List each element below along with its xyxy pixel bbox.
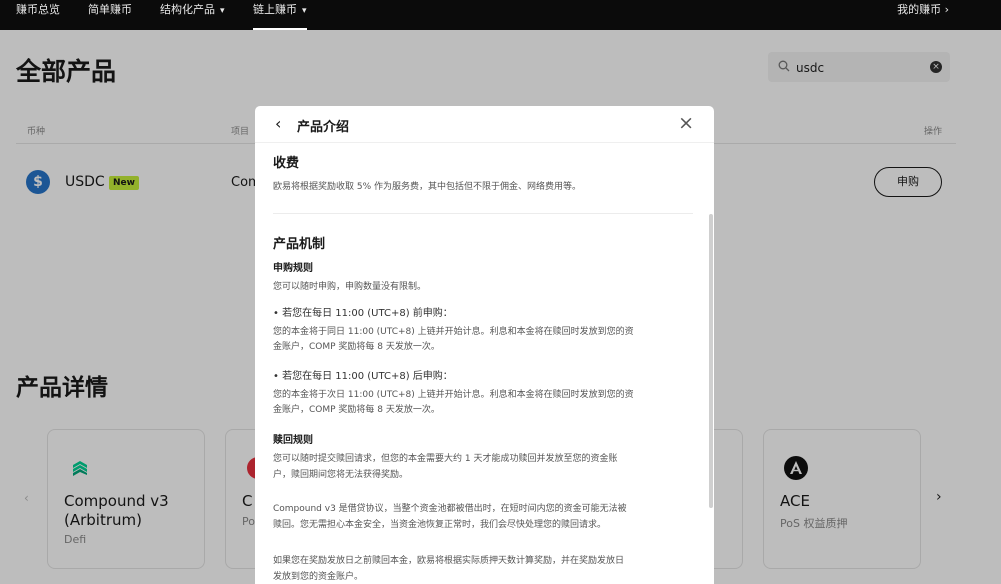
nav-item-onchain-earn[interactable]: 链上赚币 ▾ (253, 0, 307, 30)
redeem-p2-line-1: Compound v3 是借贷协议，当整个资金池都被借出时，在短时间内您的资金可… (273, 504, 627, 514)
back-arrow-icon[interactable]: ‹ (275, 116, 281, 132)
nav-item-simple-earn[interactable]: 简单赚币 (88, 0, 132, 28)
modal-title: 产品介绍 (297, 120, 350, 135)
nav-label: 结构化产品 (160, 3, 215, 16)
bullet-text: 若您在每日 11:00 (UTC+8) 前申购： (282, 308, 453, 319)
nav-label: 我的赚币 › (897, 3, 949, 16)
fee-text: 欧易将根据奖励收取 5% 作为服务费，其中包括但不限于佣金、网络费用等。 (273, 182, 582, 192)
bullet-before-11: • 若您在每日 11:00 (UTC+8) 前申购： (273, 308, 453, 319)
modal-scrollbar[interactable] (709, 214, 713, 508)
redeem-p3-line-1: 如果您在奖励发放日之前赎回本金，欧易将根据实际质押天数计算奖励，并在奖励发放日 (273, 556, 625, 566)
fee-heading: 收费 (273, 156, 300, 171)
redeem-p1-line-2: 户，赎回期间您将无法获得奖励。 (273, 470, 409, 480)
nav-item-structured-products[interactable]: 结构化产品 ▾ (160, 0, 225, 28)
redeem-p2-line-2: 赎回。您无需担心本金安全，当资金池恢复正常时，我们会尽快处理您的赎回请求。 (273, 520, 607, 530)
nav-label: 链上赚币 (253, 3, 297, 16)
after-11-line-1: 您的本金将于次日 11:00 (UTC+8) 上链并开始计息。利息和本金将在赎回… (273, 390, 634, 400)
after-11-line-2: 金账户，COMP 奖励将每 8 天发放一次。 (273, 405, 440, 415)
modal-header: ‹ 产品介绍 × (255, 106, 714, 143)
chevron-down-icon: ▾ (302, 6, 307, 16)
subscribe-rules-intro: 您可以随时申购，申购数量没有限制。 (273, 282, 427, 292)
nav-my-earn-link[interactable]: 我的赚币 › (897, 0, 949, 20)
section-divider (273, 213, 693, 214)
nav-label: 赚币总览 (16, 3, 60, 16)
bullet-text: 若您在每日 11:00 (UTC+8) 后申购： (282, 371, 453, 382)
redeem-p1-line-1: 您可以随时提交赎回请求，但您的本金需要大约 1 天才能成功赎回并发放至您的资金账 (273, 454, 618, 464)
before-11-line-1: 您的本金将于同日 11:00 (UTC+8) 上链并开始计息。利息和本金将在赎回… (273, 327, 634, 337)
subscribe-rules-heading: 申购规则 (273, 263, 313, 274)
mechanism-heading: 产品机制 (273, 237, 326, 252)
product-intro-modal: ‹ 产品介绍 × 收费 欧易将根据奖励收取 5% 作为服务费，其中包括但不限于佣… (255, 106, 714, 584)
close-icon[interactable]: × (678, 114, 694, 133)
chevron-down-icon: ▾ (220, 6, 225, 16)
before-11-line-2: 金账户，COMP 奖励将每 8 天发放一次。 (273, 342, 440, 352)
nav-label: 简单赚币 (88, 3, 132, 16)
top-nav: 赚币总览 简单赚币 结构化产品 ▾ 链上赚币 ▾ 我的赚币 › (0, 0, 1001, 30)
nav-item-earn-overview[interactable]: 赚币总览 (16, 0, 60, 28)
redeem-rules-heading: 赎回规则 (273, 435, 313, 446)
bullet-after-11: • 若您在每日 11:00 (UTC+8) 后申购： (273, 371, 453, 382)
redeem-p3-line-2: 发放到您的资金账户。 (273, 572, 364, 582)
